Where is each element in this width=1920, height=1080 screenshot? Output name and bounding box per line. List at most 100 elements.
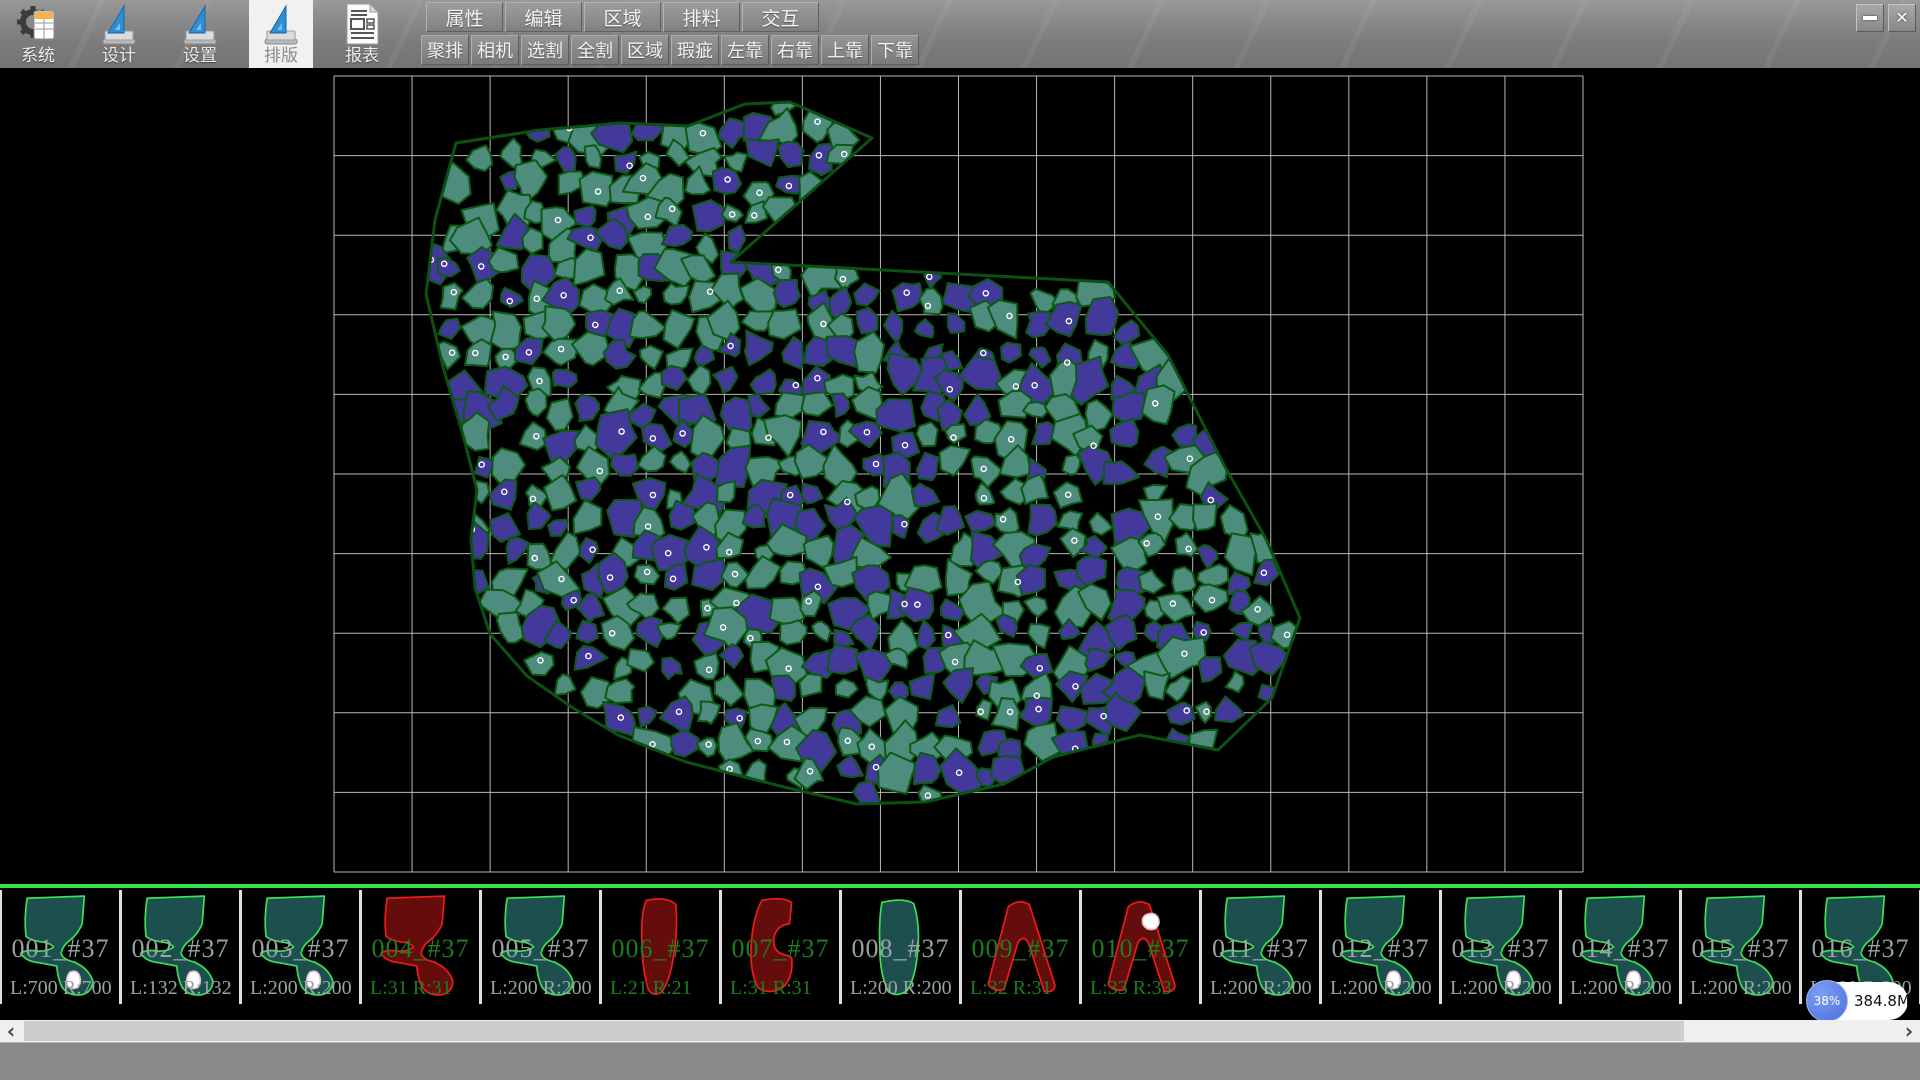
- nav-icon-bar: 系统 设计 设置 排版 报表: [6, 0, 394, 68]
- titlebar-toolbar: 系统设计设置排版报表 属性编辑区域排料交互 聚排相机选割全割区域瑕疵左靠右靠上靠…: [0, 0, 1920, 68]
- tool-cut-all-button[interactable]: 全割: [571, 35, 619, 65]
- progress-percent: 38%: [1814, 994, 1841, 1008]
- piece-id-label: 009_#37: [962, 934, 1079, 964]
- piece-id-label: 006_#37: [602, 934, 719, 964]
- menu-tab-attributes[interactable]: 属性: [426, 2, 503, 32]
- piece-thumb-004_#37[interactable]: 004_#37 L:31 R:31: [362, 890, 482, 1004]
- piece-thumb-006_#37[interactable]: 006_#37 L:21 R:21: [602, 890, 722, 1004]
- tool-select-cut-button[interactable]: 选割: [521, 35, 569, 65]
- piece-lr-label: L:200 R:200: [1330, 977, 1442, 1000]
- piece-id-label: 012_#37: [1322, 934, 1439, 964]
- close-icon: ✕: [1895, 10, 1908, 26]
- nav-system-button[interactable]: 系统: [6, 0, 70, 68]
- piece-thumb-002_#37[interactable]: 002_#37 L:132 R:132: [122, 890, 242, 1004]
- piece-thumb-008_#37[interactable]: 008_#37 L:200 R:200: [842, 890, 962, 1004]
- piece-id-label: 014_#37: [1562, 934, 1679, 964]
- tool-align-left-button[interactable]: 左靠: [721, 35, 769, 65]
- scroll-left-button[interactable]: ‹: [0, 1020, 22, 1042]
- close-button[interactable]: ✕: [1888, 4, 1916, 32]
- minimize-icon: [1863, 16, 1877, 20]
- piece-id-label: 004_#37: [362, 934, 479, 964]
- piece-lr-label: L:700 R:700: [10, 977, 122, 1000]
- nav-settings-label: 设置: [183, 46, 217, 66]
- gear-icon: [16, 2, 60, 46]
- tool-cluster-nest-button[interactable]: 聚排: [421, 35, 469, 65]
- piece-thumb-011_#37[interactable]: 011_#37 L:200 R:200: [1202, 890, 1322, 1004]
- nav-nesting-button[interactable]: 排版: [249, 0, 313, 68]
- piece-thumb-014_#37[interactable]: 014_#37 L:200 R:200: [1562, 890, 1682, 1004]
- nav-settings-button[interactable]: 设置: [168, 0, 232, 68]
- piece-lr-label: L:200 R:200: [1570, 977, 1682, 1000]
- piece-lr-label: L:200 R:200: [1690, 977, 1802, 1000]
- piece-lr-label: L:21 R:21: [610, 977, 722, 1000]
- menu-tab-region[interactable]: 区域: [584, 2, 661, 32]
- piece-lr-label: L:33 R:33: [1090, 977, 1202, 1000]
- nav-nesting-label: 排版: [264, 46, 298, 66]
- menu-tab-interact[interactable]: 交互: [742, 2, 819, 32]
- nav-report-label: 报表: [345, 46, 379, 66]
- piece-lr-label: L:200 R:200: [850, 977, 962, 1000]
- report-icon: [340, 2, 384, 46]
- tool-align-top-button[interactable]: 上靠: [821, 35, 869, 65]
- piece-thumb-015_#37[interactable]: 015_#37 L:200 R:200: [1682, 890, 1802, 1004]
- tool-camera-button[interactable]: 相机: [471, 35, 519, 65]
- piece-thumb-012_#37[interactable]: 012_#37 L:200 R:200: [1322, 890, 1442, 1004]
- scroll-right-button[interactable]: ›: [1898, 1020, 1920, 1042]
- piece-id-label: 015_#37: [1682, 934, 1799, 964]
- piece-id-label: 010_#37: [1082, 934, 1199, 964]
- piece-thumbnail-strip: 001_#37 L:700 R:700002_#37 L:132 R:132003_…: [0, 884, 1920, 1020]
- piece-id-label: 003_#37: [242, 934, 359, 964]
- scrollbar-thumb[interactable]: [24, 1021, 1684, 1041]
- piece-id-label: 007_#37: [722, 934, 839, 964]
- piece-id-label: 005_#37: [482, 934, 599, 964]
- horizontal-scrollbar[interactable]: ‹ ›: [0, 1020, 1920, 1042]
- piece-lr-label: L:200 R:200: [1450, 977, 1562, 1000]
- piece-id-label: 016_#37: [1802, 934, 1919, 964]
- progress-circle: 38%: [1806, 980, 1848, 1022]
- piece-lr-label: L:31 R:31: [370, 977, 482, 1000]
- piece-thumb-005_#37[interactable]: 005_#37 L:200 R:200: [482, 890, 602, 1004]
- nav-report-button[interactable]: 报表: [330, 0, 394, 68]
- tool-align-bottom-button[interactable]: 下靠: [871, 35, 919, 65]
- piece-lr-label: L:200 R:200: [250, 977, 362, 1000]
- menu-tab-nest[interactable]: 排料: [663, 2, 740, 32]
- status-bar: [0, 1042, 1920, 1080]
- window-controls: ✕: [1856, 4, 1916, 32]
- nav-system-label: 系统: [21, 46, 55, 66]
- strip-top-line: [0, 884, 1920, 888]
- piece-lr-label: L:31 R:31: [730, 977, 842, 1000]
- tool-align-right-button[interactable]: 右靠: [771, 35, 819, 65]
- piece-lr-label: L:200 R:200: [490, 977, 602, 1000]
- piece-lr-label: L:132 R:132: [130, 977, 242, 1000]
- ruler-icon: [178, 2, 222, 46]
- piece-thumb-001_#37[interactable]: 001_#37 L:700 R:700: [0, 890, 122, 1004]
- app-window: 系统设计设置排版报表 属性编辑区域排料交互 聚排相机选割全割区域瑕疵左靠右靠上靠…: [0, 0, 1920, 1080]
- thumbnail-cells: 001_#37 L:700 R:700002_#37 L:132 R:132003_…: [0, 890, 1920, 1004]
- piece-id-label: 008_#37: [842, 934, 959, 964]
- menu-tab-row: 属性编辑区域排料交互: [426, 2, 821, 32]
- piece-id-label: 002_#37: [122, 934, 239, 964]
- tool-zone-button[interactable]: 区域: [621, 35, 669, 65]
- tool-button-row: 聚排相机选割全割区域瑕疵左靠右靠上靠下靠: [421, 35, 921, 65]
- piece-id-label: 001_#37: [2, 934, 119, 964]
- ruler-icon: [259, 2, 303, 46]
- nesting-canvas[interactable]: [0, 68, 1920, 884]
- minimize-button[interactable]: [1856, 4, 1884, 32]
- menu-tab-edit[interactable]: 编辑: [505, 2, 582, 32]
- piece-lr-label: L:32 R:31: [970, 977, 1082, 1000]
- piece-thumb-013_#37[interactable]: 013_#37 L:200 R:200: [1442, 890, 1562, 1004]
- nav-design-button[interactable]: 设计: [87, 0, 151, 68]
- hide-nesting-view[interactable]: [0, 68, 1920, 884]
- piece-id-label: 013_#37: [1442, 934, 1559, 964]
- tool-defect-button[interactable]: 瑕疵: [671, 35, 719, 65]
- piece-thumb-007_#37[interactable]: 007_#37 L:31 R:31: [722, 890, 842, 1004]
- piece-thumb-003_#37[interactable]: 003_#37 L:200 R:200: [242, 890, 362, 1004]
- memory-value: 384.8M: [1854, 992, 1910, 1010]
- piece-thumb-010_#37[interactable]: 010_#37 L:33 R:33: [1082, 890, 1202, 1004]
- piece-lr-label: L:200 R:200: [1210, 977, 1322, 1000]
- piece-id-label: 011_#37: [1202, 934, 1319, 964]
- piece-thumb-009_#37[interactable]: 009_#37 L:32 R:31: [962, 890, 1082, 1004]
- memory-usage-badge[interactable]: 38% 384.8M: [1808, 982, 1908, 1020]
- ruler-icon: [97, 2, 141, 46]
- nav-design-label: 设计: [102, 46, 136, 66]
